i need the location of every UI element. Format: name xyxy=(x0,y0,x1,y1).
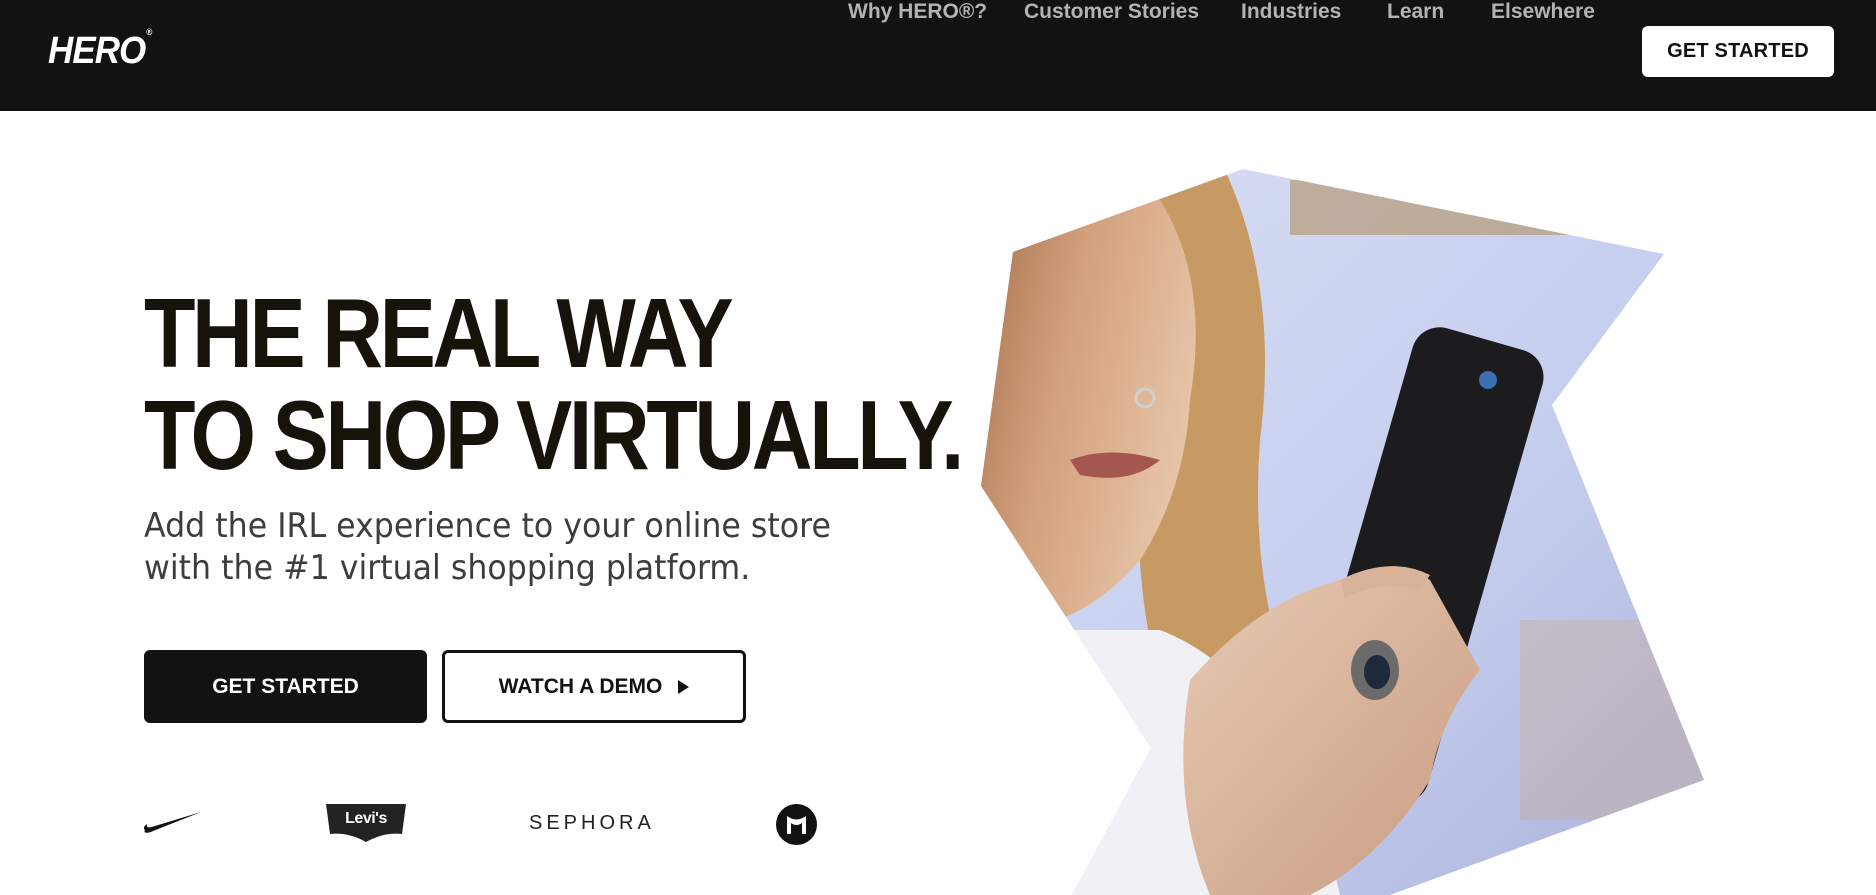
headline-line-1: THE REAL WAY xyxy=(144,278,734,388)
herman-miller-logo xyxy=(776,804,817,845)
hero-headline: THE REAL WAY TO SHOP VIRTUALLY. xyxy=(144,282,964,486)
play-icon xyxy=(678,679,690,694)
hero-logo[interactable]: HERO® xyxy=(48,27,152,73)
top-navigation-bar: HERO® Why HERO®? Customer Stories Indust… xyxy=(0,0,1876,111)
watch-demo-button[interactable]: WATCH A DEMO xyxy=(442,650,746,723)
woman-holding-phone-photo xyxy=(981,169,1704,895)
logo-text: HERO xyxy=(48,30,146,72)
subhead-line-1: Add the IRL experience to your online st… xyxy=(144,506,831,546)
subhead-line-2: with the #1 virtual shopping platform. xyxy=(144,548,751,588)
nav-why-hero[interactable]: Why HERO®? xyxy=(848,0,987,24)
levis-logo-label: Levi's xyxy=(345,810,387,827)
nav-industries[interactable]: Industries xyxy=(1241,0,1341,24)
nike-swoosh-logo xyxy=(143,812,201,833)
get-started-label: GET STARTED xyxy=(212,674,359,698)
hero-get-started-button[interactable]: GET STARTED xyxy=(144,650,427,723)
nav-elsewhere[interactable]: Elsewhere xyxy=(1491,0,1595,24)
hero-subheadline: Add the IRL experience to your online st… xyxy=(144,505,851,589)
sephora-logo: SEPHORA xyxy=(529,812,655,834)
headline-line-2: TO SHOP VIRTUALLY. xyxy=(144,380,964,490)
watch-demo-label: WATCH A DEMO xyxy=(498,674,663,698)
header-get-started-button[interactable]: GET STARTED xyxy=(1642,26,1834,77)
levis-logo: Levi's xyxy=(326,804,406,842)
nav-learn[interactable]: Learn xyxy=(1387,0,1444,24)
logo-registered-mark: ® xyxy=(146,27,152,38)
nav-customer-stories[interactable]: Customer Stories xyxy=(1024,0,1199,24)
